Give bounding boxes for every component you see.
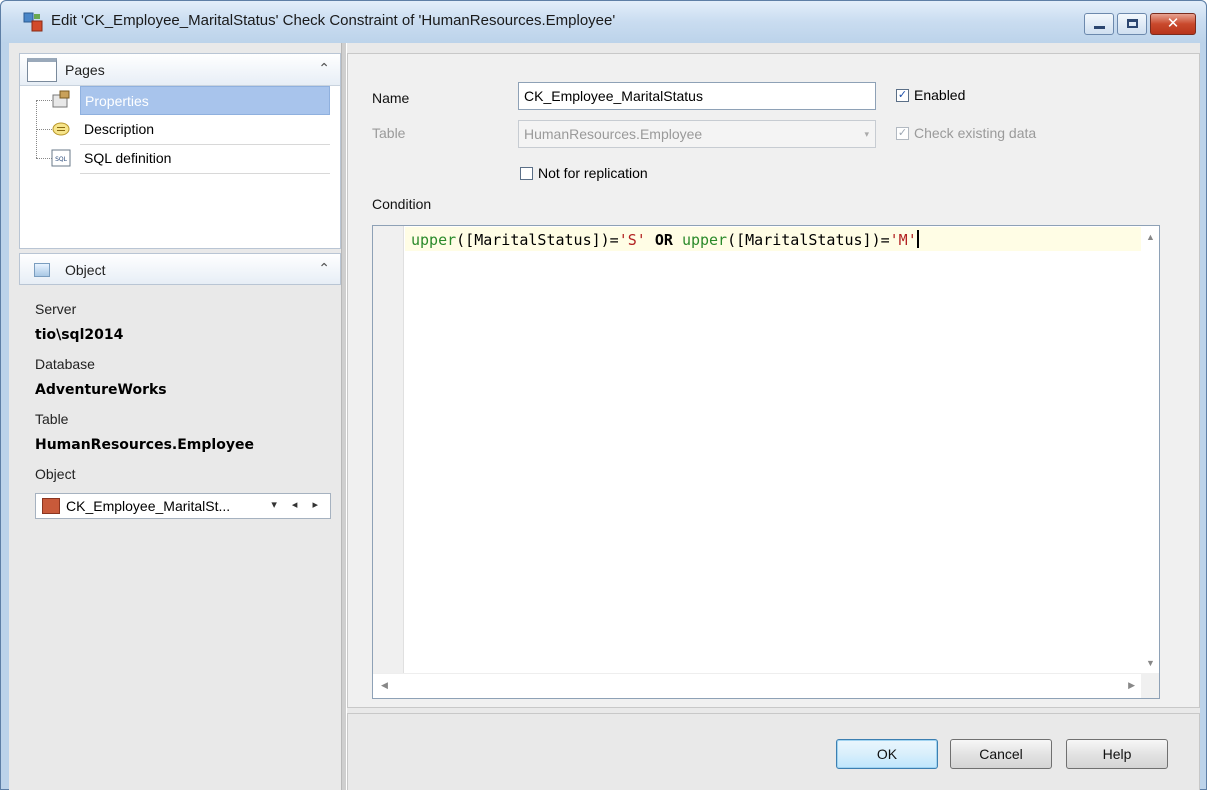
maximize-icon <box>1127 19 1138 28</box>
pages-panel-header[interactable]: Pages ⌃ <box>20 54 340 86</box>
condition-label: Condition <box>372 196 432 212</box>
row-divider <box>80 173 330 174</box>
name-input[interactable]: CK_Employee_MaritalStatus <box>518 82 876 110</box>
database-value: AdventureWorks <box>35 382 167 398</box>
page-item-sql-definition[interactable]: SQL SQL definition <box>20 144 330 173</box>
pages-panel: Pages ⌃ Properties Description SQL SQL d… <box>19 53 341 249</box>
checkbox-box <box>520 166 533 180</box>
scroll-left-icon[interactable]: ◀ <box>381 680 388 691</box>
horizontal-scrollbar[interactable]: ◀ ▶ <box>373 673 1143 698</box>
ok-button[interactable]: OK <box>836 739 938 769</box>
not-for-replication-label: Not for replication <box>538 165 648 181</box>
help-button[interactable]: Help <box>1066 739 1168 769</box>
window-title: Edit 'CK_Employee_MaritalStatus' Check C… <box>51 12 616 29</box>
object-panel-title: Object <box>65 262 106 278</box>
code-token: upper <box>681 231 728 249</box>
table-label: Table <box>372 125 406 141</box>
sql-icon: SQL <box>51 149 71 167</box>
dropdown-arrow-icon: ▾ <box>864 129 869 139</box>
minimize-button[interactable] <box>1084 13 1114 35</box>
svg-text:SQL: SQL <box>55 156 68 163</box>
code-token: ([MaritalStatus])= <box>727 231 890 249</box>
scroll-up-icon[interactable]: ▲ <box>1146 232 1155 242</box>
code-token: 'M' <box>889 231 917 249</box>
properties-icon <box>52 90 70 108</box>
page-item-label: SQL definition <box>84 150 172 166</box>
window-controls: ✕ <box>1081 13 1196 35</box>
left-pane: Pages ⌃ Properties Description SQL SQL d… <box>9 53 341 789</box>
object-panel-header[interactable]: Object ⌃ <box>19 253 341 285</box>
code-token: ([MaritalStatus])= <box>456 231 619 249</box>
scrollbar-corner <box>1141 673 1159 698</box>
checkbox-box: ✓ <box>896 88 909 102</box>
object-icon <box>34 263 50 277</box>
check-constraint-icon <box>42 498 60 514</box>
condition-editor[interactable]: upper([MaritalStatus])='S' OR upper([Mar… <box>372 225 1160 699</box>
database-label: Database <box>35 356 95 372</box>
editor-gutter <box>373 226 404 674</box>
collapse-chevron-icon[interactable]: ⌃ <box>318 60 330 77</box>
object-panel: Object ⌃ Server tio\sql2014 Database Adv… <box>19 253 341 787</box>
page-item-label: Properties <box>80 86 330 115</box>
constraint-edit-icon <box>23 12 43 32</box>
table-select-value: HumanResources.Employee <box>524 126 703 142</box>
dialog-window: Edit 'CK_Employee_MaritalStatus' Check C… <box>0 0 1207 790</box>
scroll-right-icon[interactable]: ▶ <box>1128 680 1135 691</box>
name-label: Name <box>372 90 410 106</box>
page-item-label: Description <box>84 121 155 137</box>
pages-tree: Properties Description SQL SQL definitio… <box>20 86 340 262</box>
server-value: tio\sql2014 <box>35 327 124 343</box>
properties-page: Name CK_Employee_MaritalStatus ✓ Enabled… <box>347 53 1200 708</box>
dialog-client-area: Pages ⌃ Properties Description SQL SQL d… <box>9 43 1200 790</box>
table-value: HumanResources.Employee <box>35 437 254 453</box>
object-selector-combo[interactable]: CK_Employee_MaritalSt... ▾ ◂ ▸ <box>35 493 331 519</box>
not-for-replication-checkbox[interactable]: Not for replication <box>520 165 648 181</box>
code-token: upper <box>411 231 457 249</box>
scroll-down-icon[interactable]: ▼ <box>1146 658 1155 668</box>
collapse-chevron-icon[interactable]: ⌃ <box>318 260 330 277</box>
title-bar[interactable]: Edit 'CK_Employee_MaritalStatus' Check C… <box>1 1 1206 43</box>
table-label: Table <box>35 411 69 427</box>
object-combo-value: CK_Employee_MaritalSt... <box>66 498 231 514</box>
server-label: Server <box>35 301 77 317</box>
check-existing-data-label: Check existing data <box>914 125 1037 141</box>
button-bar: OK Cancel Help <box>347 713 1200 790</box>
pages-icon <box>27 58 57 82</box>
close-button[interactable]: ✕ <box>1150 13 1196 35</box>
combo-nav-arrows-icon[interactable]: ▾ ◂ ▸ <box>271 498 324 511</box>
enabled-checkbox[interactable]: ✓ Enabled <box>896 87 965 103</box>
condition-code[interactable]: upper([MaritalStatus])='S' OR upper([Mar… <box>411 230 919 249</box>
pages-panel-title: Pages <box>65 62 105 78</box>
object-label: Object <box>35 466 76 482</box>
enabled-label: Enabled <box>914 87 966 103</box>
table-select: HumanResources.Employee ▾ <box>518 120 876 148</box>
page-item-properties[interactable]: Properties <box>20 86 330 115</box>
vertical-scrollbar[interactable]: ▲ ▼ <box>1141 226 1159 674</box>
close-icon: ✕ <box>1166 15 1180 32</box>
cancel-button[interactable]: Cancel <box>950 739 1052 769</box>
minimize-icon <box>1094 26 1105 29</box>
code-token: OR <box>645 231 682 249</box>
page-item-description[interactable]: Description <box>20 115 330 144</box>
description-icon <box>52 122 70 136</box>
maximize-button[interactable] <box>1117 13 1147 35</box>
checkbox-box: ✓ <box>896 126 909 140</box>
code-token: 'S' <box>618 231 646 249</box>
check-existing-data-checkbox: ✓ Check existing data <box>896 125 1036 141</box>
text-caret <box>916 230 919 248</box>
